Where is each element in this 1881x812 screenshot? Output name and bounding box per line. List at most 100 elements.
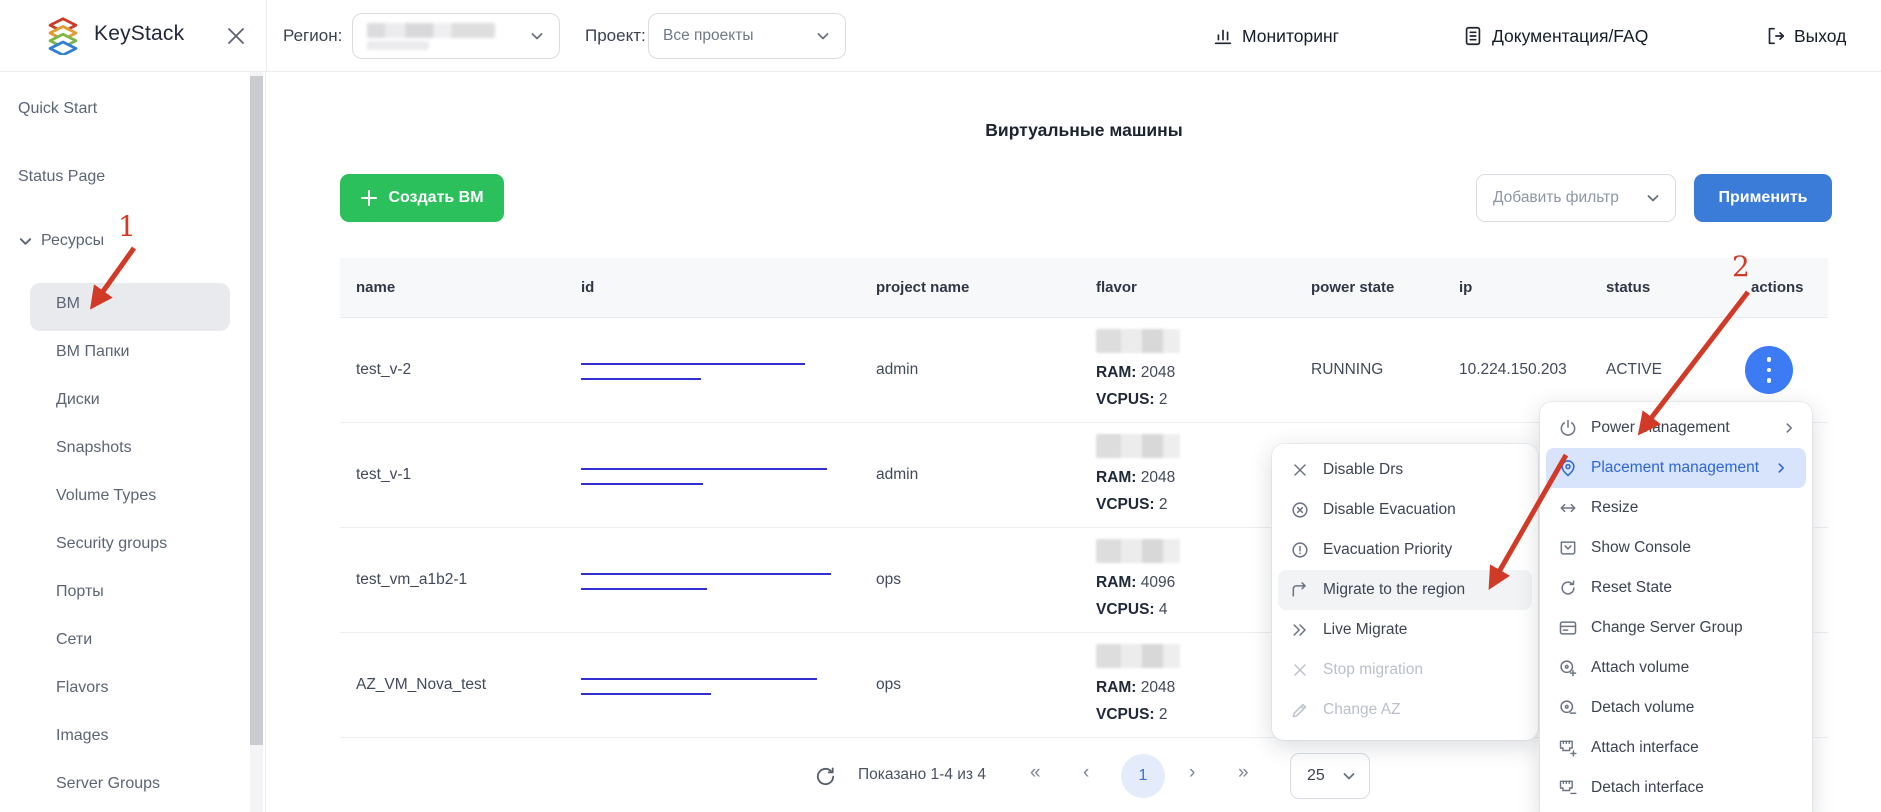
menu-item-placement-management[interactable]: Placement management [1546, 448, 1806, 488]
create-vm-button[interactable]: Создать ВМ [340, 174, 504, 222]
topbar: KeyStack Регион: Проект: Все проекты Мон… [0, 0, 1881, 72]
sidebar-group-resources[interactable]: Ресурсы [18, 232, 104, 250]
monitoring-chart-icon [1212, 25, 1234, 47]
sidebar-group-resources-label: Ресурсы [41, 232, 104, 250]
actions-context-menu: Power management Placement management Re… [1540, 402, 1812, 812]
sidebar-item-networks[interactable]: Сети [56, 631, 92, 649]
sidebar-scrollbar-thumb[interactable] [250, 76, 263, 745]
sidebar-item-images[interactable]: Images [56, 727, 108, 745]
chevron-right-icon [1774, 461, 1788, 475]
apply-filter-button-label: Применить [1718, 189, 1807, 207]
sidebar-item-disks[interactable]: Диски [56, 391, 100, 409]
nav-monitoring[interactable]: Мониторинг [1212, 0, 1339, 72]
annotation-step-1: 1 [118, 210, 136, 243]
sidebar-item-security-groups[interactable]: Security groups [56, 535, 167, 553]
menu-item-detach-volume[interactable]: Detach volume [1540, 688, 1812, 728]
vm-project: admin [860, 466, 1080, 484]
sidebar: Quick Start Status Page Ресурсы ВМ ВМ Па… [0, 72, 266, 812]
x-icon [1290, 660, 1310, 680]
sidebar-close-icon[interactable] [224, 24, 248, 48]
vm-flavor-cell: RAM: 2048 VCPUS: 2 [1080, 329, 1295, 411]
vm-id-link-redacted[interactable] [581, 480, 703, 485]
menu-item-disable-drs[interactable]: Disable Drs [1272, 450, 1538, 490]
nav-logout[interactable]: Выход [1764, 0, 1846, 72]
menu-item-resize[interactable]: Resize [1540, 488, 1812, 528]
vm-ip: 10.224.150.203 [1443, 361, 1590, 379]
menu-item-attach-volume[interactable]: Attach volume [1540, 648, 1812, 688]
chevron-down-icon [1341, 768, 1357, 784]
region-select[interactable] [352, 13, 560, 59]
vm-project: admin [860, 361, 1080, 379]
x-icon [1290, 460, 1310, 480]
vm-id-link-redacted[interactable] [581, 690, 711, 695]
sidebar-item-status-page[interactable]: Status Page [18, 168, 105, 186]
project-select[interactable]: Все проекты [648, 13, 846, 59]
col-header-id: id [565, 279, 860, 296]
vm-id-link-redacted[interactable] [581, 360, 805, 365]
vm-id-link-redacted[interactable] [581, 465, 827, 470]
refresh-icon[interactable] [814, 765, 837, 788]
vm-vcpus: VCPUS: 4 [1096, 598, 1295, 621]
vm-vcpus: VCPUS: 2 [1096, 703, 1295, 726]
vm-flavor-cell: RAM: 2048 VCPUS: 2 [1080, 434, 1295, 516]
pagination-prev-button[interactable]: ‹ [1083, 762, 1089, 784]
col-header-status: status [1590, 279, 1735, 296]
menu-item-label: Power management [1591, 419, 1730, 437]
add-filter-select[interactable]: Добавить фильтр [1476, 174, 1676, 222]
pagination-page-1[interactable]: 1 [1121, 754, 1165, 798]
vm-id-link-redacted[interactable] [581, 375, 701, 380]
sidebar-item-snapshots[interactable]: Snapshots [56, 439, 132, 457]
sidebar-item-quick-start[interactable]: Quick Start [18, 100, 97, 118]
vm-id-link-redacted[interactable] [581, 585, 707, 590]
menu-item-live-migrate[interactable]: Live Migrate [1272, 610, 1538, 650]
pagination-last-button[interactable]: » [1238, 762, 1249, 784]
vm-actions-cell [1735, 346, 1828, 394]
col-header-project-name: project name [860, 279, 1080, 296]
pagination-summary: Показано 1-4 из 4 [858, 766, 986, 784]
col-header-flavor: flavor [1080, 279, 1295, 296]
menu-item-reset-state[interactable]: Reset State [1540, 568, 1812, 608]
pagination-first-button[interactable]: « [1030, 762, 1041, 784]
sidebar-item-vm-folders[interactable]: ВМ Папки [56, 343, 129, 361]
nav-docs[interactable]: Документация/FAQ [1462, 0, 1648, 72]
vm-id-link-redacted[interactable] [581, 675, 817, 680]
vm-flavor-cell: RAM: 4096 VCPUS: 4 [1080, 539, 1295, 621]
menu-item-label: Attach interface [1591, 739, 1699, 757]
menu-item-label: Reset State [1591, 579, 1672, 597]
vm-id-cell [565, 570, 860, 590]
sidebar-item-ports[interactable]: Порты [56, 583, 104, 601]
vm-flavor-cell: RAM: 2048 VCPUS: 2 [1080, 644, 1295, 726]
menu-item-evacuation-priority[interactable]: Evacuation Priority [1272, 530, 1538, 570]
brand-title: KeyStack [94, 22, 184, 46]
nav-monitoring-label: Мониторинг [1242, 26, 1339, 47]
vm-project: ops [860, 676, 1080, 694]
sidebar-item-vm[interactable]: ВМ [56, 295, 80, 313]
menu-item-migrate-to-region[interactable]: Migrate to the region [1278, 570, 1532, 610]
menu-item-label: Detach volume [1591, 699, 1694, 717]
menu-item-disable-evacuation[interactable]: Disable Evacuation [1272, 490, 1538, 530]
double-chevron-right-icon [1290, 620, 1310, 640]
chevron-right-icon [1782, 421, 1796, 435]
sidebar-item-volume-types[interactable]: Volume Types [56, 487, 156, 505]
menu-item-show-console[interactable]: Show Console [1540, 528, 1812, 568]
vm-flavor-name-redacted [1096, 539, 1180, 563]
pagination-next-button[interactable]: › [1189, 762, 1195, 784]
page-size-select[interactable]: 25 [1290, 753, 1370, 799]
chevron-down-icon [18, 234, 33, 249]
menu-item-attach-interface[interactable]: Attach interface [1540, 728, 1812, 768]
sidebar-item-server-groups[interactable]: Server Groups [56, 775, 160, 793]
vm-flavor-name-redacted [1096, 434, 1180, 458]
sidebar-item-flavors[interactable]: Flavors [56, 679, 108, 697]
menu-item-power-management[interactable]: Power management [1540, 408, 1812, 448]
server-group-icon [1558, 618, 1578, 638]
col-header-ip: ip [1443, 279, 1590, 296]
vm-vcpus: VCPUS: 2 [1096, 493, 1295, 516]
vm-id-link-redacted[interactable] [581, 570, 831, 575]
create-vm-button-label: Создать ВМ [388, 189, 483, 207]
row-actions-button[interactable] [1745, 346, 1793, 394]
menu-item-detach-interface[interactable]: Detach interface [1540, 768, 1812, 808]
menu-item-change-server-group[interactable]: Change Server Group [1540, 608, 1812, 648]
apply-filter-button[interactable]: Применить [1694, 174, 1832, 222]
menu-item-label: Change Server Group [1591, 619, 1743, 637]
chevron-down-icon [529, 28, 545, 44]
